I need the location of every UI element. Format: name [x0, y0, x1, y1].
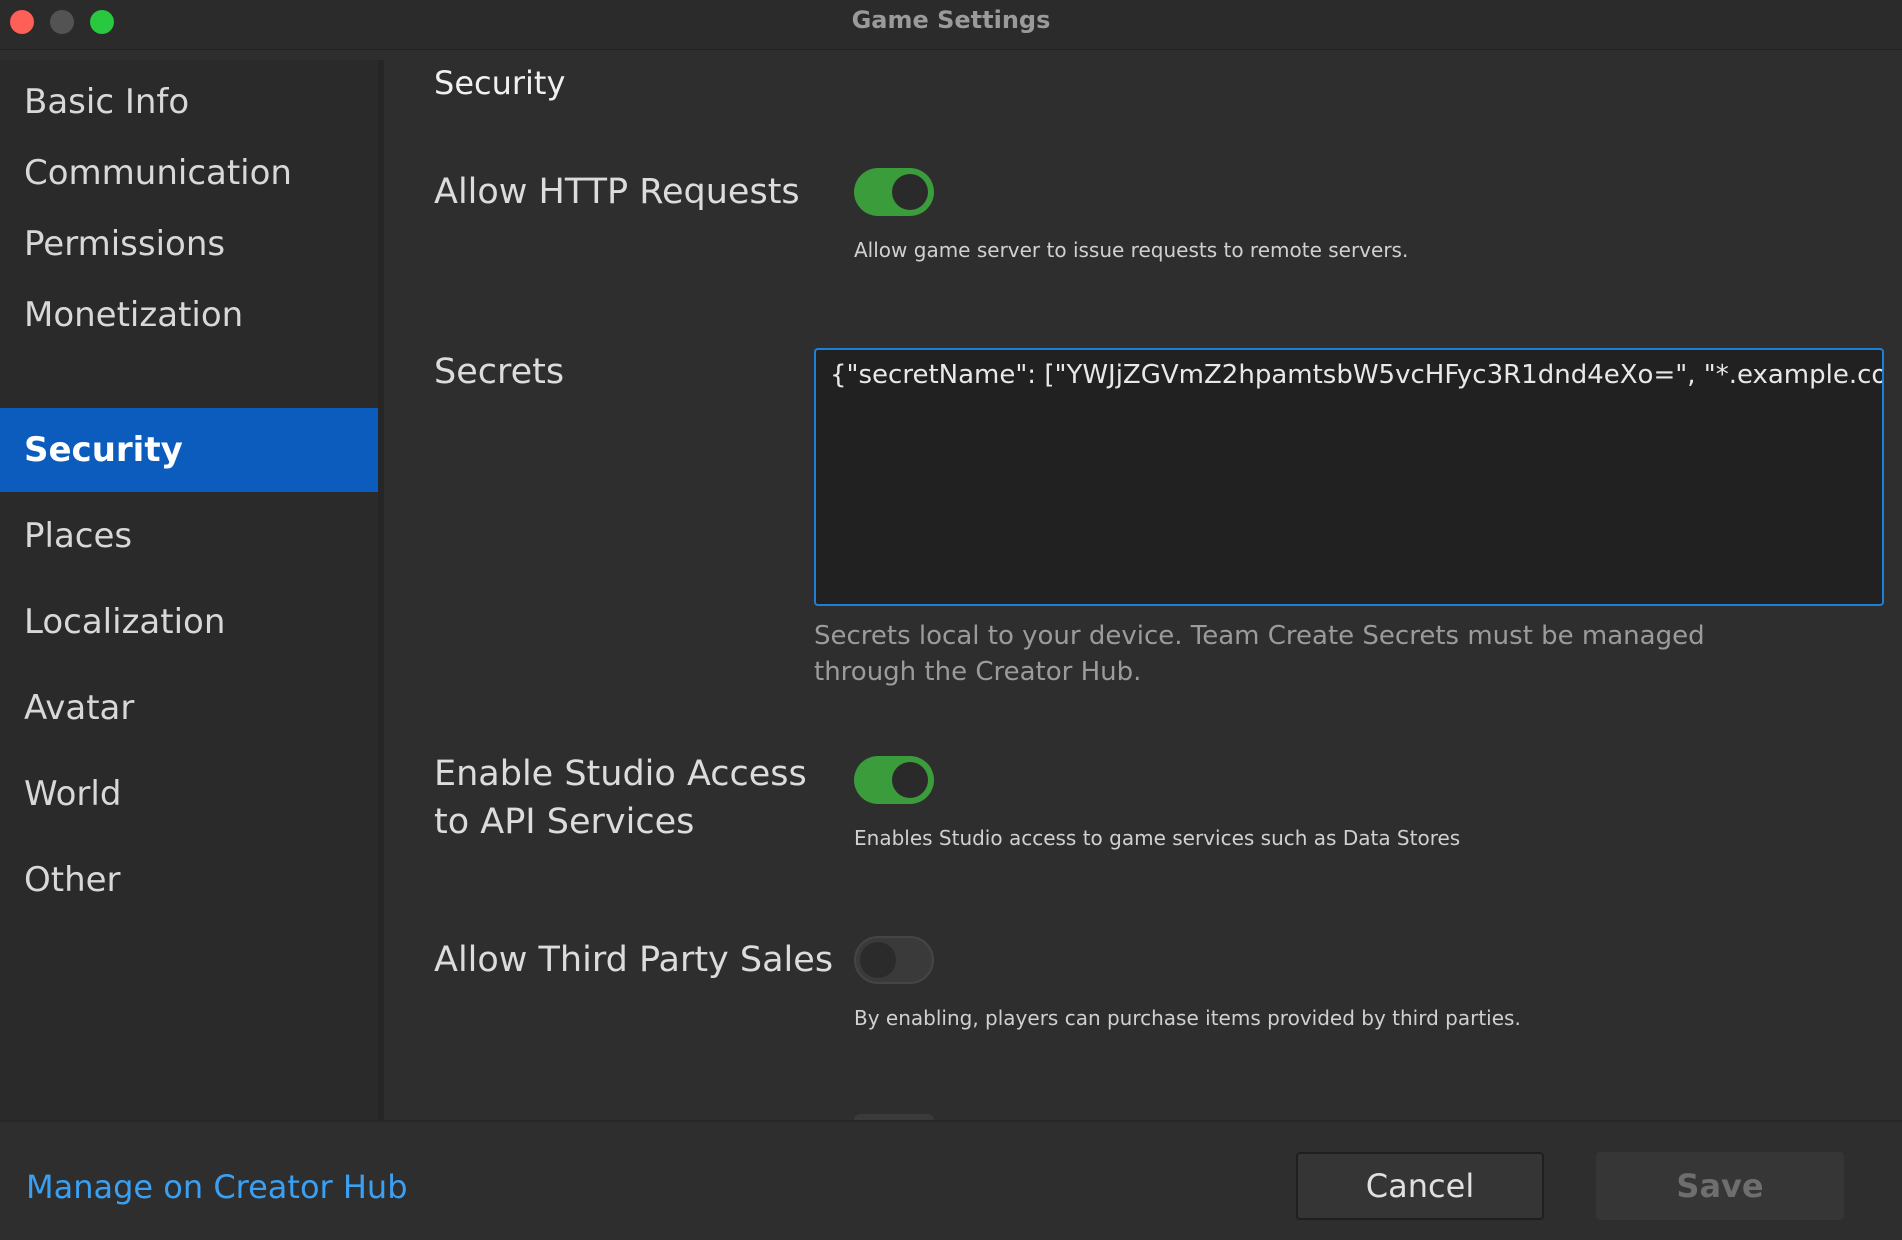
sidebar-item-other[interactable]: Other	[0, 838, 378, 922]
secrets-textarea[interactable]: {"secretName": ["YWJjZGVmZ2hpamtsbW5vcHF…	[814, 348, 1884, 606]
page-title: Security	[434, 64, 566, 102]
http-requests-label: Allow HTTP Requests	[434, 172, 800, 212]
footer-bar: Manage on Creator Hub Cancel Save	[0, 1120, 1902, 1240]
save-button[interactable]: Save	[1596, 1152, 1844, 1220]
http-requests-description: Allow game server to issue requests to r…	[854, 238, 1409, 262]
sidebar-item-security[interactable]: Security	[0, 408, 378, 492]
secrets-label: Secrets	[434, 352, 565, 392]
game-settings-window: Game Settings Basic Info Communication P…	[0, 0, 1902, 1240]
sidebar-item-world[interactable]: World	[0, 752, 378, 836]
title-bar: Game Settings	[0, 0, 1902, 50]
sidebar-item-places[interactable]: Places	[0, 494, 378, 578]
sidebar-item-avatar[interactable]: Avatar	[0, 666, 378, 750]
manage-on-creator-hub-link[interactable]: Manage on Creator Hub	[26, 1168, 408, 1206]
cancel-button[interactable]: Cancel	[1296, 1152, 1544, 1220]
window-title: Game Settings	[851, 6, 1051, 34]
secrets-note: Secrets local to your device. Team Creat…	[814, 621, 1705, 687]
http-requests-toggle[interactable]	[854, 168, 934, 216]
toggle-knob	[892, 174, 928, 210]
sidebar-item-monetization[interactable]: Monetization	[0, 273, 378, 357]
sidebar-item-localization[interactable]: Localization	[0, 580, 378, 664]
settings-sidebar: Basic Info Communication Permissions Mon…	[0, 60, 384, 1120]
